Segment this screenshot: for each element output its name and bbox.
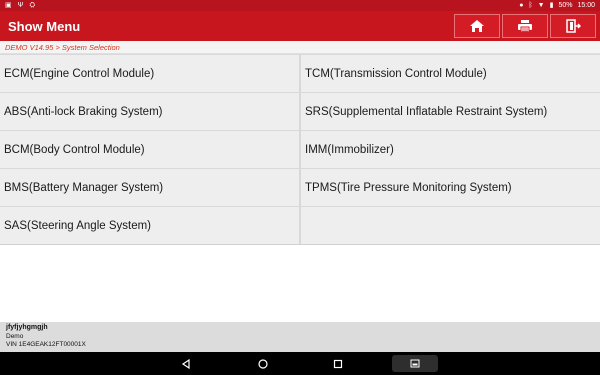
system-sas[interactable]: SAS(Steering Angle System) — [0, 207, 299, 244]
android-debug-icon: ⛭ — [29, 2, 36, 9]
screenshot-icon — [410, 359, 420, 368]
title-actions — [454, 11, 600, 41]
status-bar-right: ● ᛒ ▼ ▮ 50% 15:00 — [519, 0, 595, 11]
status-bar: ▣ Ψ ⛭ ● ᛒ ▼ ▮ 50% 15:00 — [0, 0, 600, 11]
system-bms[interactable]: BMS(Battery Manager System) — [0, 169, 299, 206]
home-button[interactable] — [454, 14, 500, 38]
vehicle-name: jfyfjyhgmgjh — [6, 324, 48, 331]
system-ecm[interactable]: ECM(Engine Control Module) — [0, 55, 299, 92]
vehicle-make: Demo — [6, 332, 24, 340]
empty-cell — [301, 207, 600, 244]
location-icon: ● — [519, 2, 524, 9]
home-circle-icon — [258, 358, 268, 369]
exit-icon — [566, 19, 581, 33]
vehicle-info: jfyfjyhgmgjh Demo VIN 1E4GEAK12FT00001X — [0, 322, 600, 352]
title-bar: Show Menu — [0, 11, 600, 41]
home-icon — [470, 20, 484, 32]
print-button[interactable] — [502, 14, 548, 38]
system-imm[interactable]: IMM(Immobilizer) — [301, 131, 600, 168]
system-tpms[interactable]: TPMS(Tire Pressure Monitoring System) — [301, 169, 600, 206]
back-icon — [181, 358, 190, 369]
vehicle-vin: VIN 1E4GEAK12FT00001X — [6, 341, 86, 348]
screenshot-button[interactable] — [392, 355, 438, 372]
navigation-bar — [0, 352, 600, 375]
back-button[interactable] — [176, 352, 196, 375]
photo-icon: ▣ — [5, 2, 12, 9]
app-screen: ▣ Ψ ⛭ ● ᛒ ▼ ▮ 50% 15:00 Show Menu DEMO V… — [0, 0, 600, 375]
wifi-icon: ▼ — [537, 2, 545, 9]
system-bcm[interactable]: BCM(Body Control Module) — [0, 131, 299, 168]
status-bar-left: ▣ Ψ ⛭ — [5, 0, 35, 11]
clock: 15:00 — [577, 2, 595, 9]
system-srs[interactable]: SRS(Supplemental Inflatable Restraint Sy… — [301, 93, 600, 130]
breadcrumb: DEMO V14.95 > System Selection — [0, 41, 600, 54]
system-grid: ECM(Engine Control Module) TCM(Transmiss… — [0, 54, 600, 245]
page-title: Show Menu — [8, 18, 81, 34]
exit-button[interactable] — [550, 14, 596, 38]
system-abs[interactable]: ABS(Anti-lock Braking System) — [0, 93, 299, 130]
recents-button[interactable] — [328, 352, 348, 375]
nav-home-button[interactable] — [253, 352, 273, 375]
print-icon — [518, 20, 532, 33]
battery-icon: ▮ — [549, 2, 554, 9]
battery-level: 50% — [558, 2, 573, 9]
bluetooth-icon: ᛒ — [528, 2, 533, 9]
usb-icon: Ψ — [17, 2, 24, 9]
system-tcm[interactable]: TCM(Transmission Control Module) — [301, 55, 600, 92]
recents-icon — [333, 359, 343, 368]
